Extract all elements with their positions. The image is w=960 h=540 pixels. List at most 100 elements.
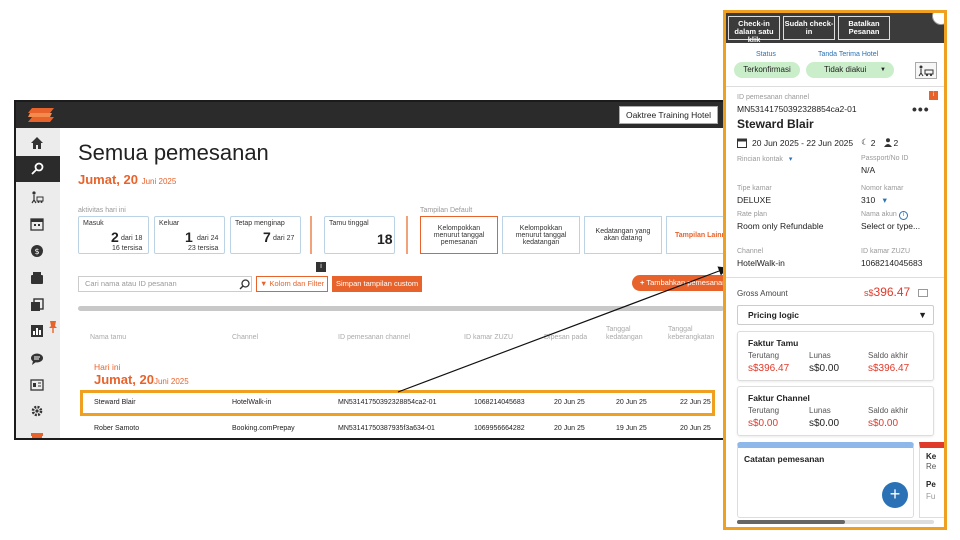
person-icon: [883, 138, 892, 147]
top-bar: Oaktree Training Hotel: [16, 102, 724, 128]
info-icon[interactable]: i: [316, 262, 326, 272]
stat-card-keluar[interactable]: Keluar 1 dari 24 23 tersisa: [154, 216, 225, 254]
more-options-icon[interactable]: •••: [912, 101, 930, 117]
status-label: Status: [756, 51, 776, 58]
gift-icon[interactable]: [28, 428, 46, 438]
hotel-receipt-value: Tidak diakui: [824, 65, 867, 74]
header-arrival-date[interactable]: Tanggal kedatangan: [606, 326, 656, 342]
panel-scrollbar[interactable]: [737, 520, 934, 524]
alert-badge[interactable]: i: [929, 91, 938, 100]
zuzu-logo: [28, 108, 54, 122]
walk-in-icon[interactable]: [28, 188, 46, 206]
horizontal-scrollbar[interactable]: [78, 306, 724, 311]
id-card-icon[interactable]: [28, 376, 46, 394]
pricing-logic-dropdown[interactable]: Pricing logic ▼: [737, 305, 934, 325]
table-row[interactable]: Rober Samoto Booking.comPrepay MN5314175…: [82, 418, 714, 438]
chat-icon[interactable]: [28, 350, 46, 368]
stat-of: dari 18: [121, 235, 143, 242]
page-date-month: Juni 2025: [141, 177, 177, 186]
panel-divider: [726, 86, 944, 87]
view-by-booking-date[interactable]: Kelompokkan menurut tanggal pemesanan: [420, 216, 498, 254]
channel-id-label: ID pemesanan channel: [737, 94, 809, 101]
header-departure-date[interactable]: Tanggal keberangkatan: [668, 326, 724, 342]
stat-remaining: 23 tersisa: [188, 245, 219, 252]
group-date-day: Jumat, 20: [94, 372, 154, 387]
add-booking-button[interactable]: + Tambahkan pemesanan: [632, 275, 726, 291]
status-chip[interactable]: Terkonfirmasi: [734, 62, 800, 78]
group-date: Jumat, 20Juni 2025: [94, 372, 189, 387]
add-booking-label: Tambahkan pemesanan: [646, 278, 726, 287]
room-type-value: DELUXE: [737, 195, 772, 205]
copy-icon[interactable]: [28, 296, 46, 314]
header-channel-booking-id[interactable]: ID pemesanan channel: [338, 334, 410, 342]
invoice-label: Lunas: [809, 351, 831, 360]
header-guest-name[interactable]: Nama tamu: [90, 334, 126, 342]
cell-booked-on: 20 Jun 25: [554, 425, 585, 432]
views-divider: [406, 216, 408, 254]
stat-card-tetap[interactable]: Tetap menginap 7 dari 27: [230, 216, 301, 254]
cell-arrival: 19 Jun 25: [616, 425, 647, 432]
passport-value: N/A: [861, 165, 876, 175]
close-icon[interactable]: [932, 13, 944, 25]
nights-count: 2: [870, 137, 876, 148]
moon-icon: ☾: [861, 137, 869, 147]
settings-icon[interactable]: [28, 402, 46, 420]
booking-notes-title: Catatan pemesanan: [744, 454, 825, 464]
home-icon[interactable]: [28, 134, 46, 152]
pricing-logic-label: Pricing logic: [748, 310, 800, 320]
passport-label: Passport/No ID: [861, 155, 909, 162]
contact-details-toggle[interactable]: Rincian kontak ▾: [737, 155, 792, 163]
header-booked-on[interactable]: Dipesan pada: [544, 334, 587, 342]
account-name-input[interactable]: Select or type...: [861, 221, 920, 231]
view-upcoming-arrivals[interactable]: Kedatangan yang akan datang: [584, 216, 662, 254]
view-by-arrival-date[interactable]: Kelompokkan menurut tanggal kedatangan: [502, 216, 580, 254]
search-icon[interactable]: [236, 276, 252, 292]
transport-button[interactable]: [915, 62, 937, 79]
cancel-booking-button[interactable]: Batalkan Pesanan: [838, 16, 890, 40]
panel-action-bar: Check-in dalam satu klik Sudah check-in …: [726, 13, 944, 44]
filter-label: Kolom dan Filter: [269, 279, 325, 288]
invoice-value: s$0.00: [748, 418, 779, 429]
key-icon[interactable]: [28, 160, 46, 178]
stat-of: dari 24: [197, 235, 219, 242]
stat-value: 7: [263, 229, 271, 245]
pin-icon[interactable]: [48, 318, 58, 336]
view-more[interactable]: Tampilan Lainnya: [666, 216, 724, 254]
calendar-icon: [737, 138, 747, 148]
stats-divider: [310, 216, 312, 254]
channel-id-value: MN53141750392328854ca2-01: [737, 104, 857, 114]
channel-invoice-card[interactable]: Faktur Channel Terutang Lunas Saldo akhi…: [737, 386, 934, 436]
guest-invoice-card[interactable]: Faktur Tamu Terutang Lunas Saldo akhir s…: [737, 331, 934, 381]
secondary-card[interactable]: Ke Re Pe Fu: [919, 442, 944, 518]
receipt-icon[interactable]: [918, 289, 928, 297]
wallet-icon[interactable]: [28, 269, 46, 287]
group-date-month: Juni 2025: [153, 377, 189, 386]
one-click-checkin-button[interactable]: Check-in dalam satu klik: [728, 16, 780, 44]
add-note-button[interactable]: +: [882, 482, 908, 508]
report-icon[interactable]: [28, 322, 46, 340]
panel-scrollbar-thumb[interactable]: [737, 520, 845, 524]
gross-number: 396.47: [873, 285, 911, 299]
room-number-dropdown[interactable]: 310 ▾: [861, 195, 887, 206]
room-number-value: 310: [861, 195, 876, 205]
search-input[interactable]: Cari nama atau ID pesanan: [78, 276, 252, 292]
header-channel[interactable]: Channel: [232, 334, 258, 342]
hotel-selector-button[interactable]: Oaktree Training Hotel: [618, 106, 718, 124]
calendar-icon[interactable]: [28, 215, 46, 233]
dollar-icon[interactable]: $: [28, 242, 46, 260]
hotel-receipt-label: Tanda Terima Hotel: [818, 51, 879, 58]
hotel-receipt-dropdown[interactable]: Tidak diakui ▼: [806, 62, 894, 78]
header-zuzu-room-id[interactable]: ID kamar ZUZU: [464, 334, 513, 342]
checked-in-button[interactable]: Sudah check-in: [783, 16, 835, 40]
stay-dates: 20 Jun 2025 - 22 Jun 2025: [752, 137, 854, 148]
columns-filter-button[interactable]: ▼ Kolom dan Filter: [256, 276, 329, 292]
info-icon[interactable]: i: [898, 211, 908, 220]
stat-card-tamu[interactable]: Tamu tinggal 18: [324, 216, 395, 254]
save-custom-view-button[interactable]: Simpan tampilan custom: [332, 276, 423, 292]
gross-amount-value: s$396.47: [864, 285, 910, 299]
gross-amount-label: Gross Amount: [737, 289, 788, 298]
stay-summary: 20 Jun 2025 - 22 Jun 2025 ☾ 2 2: [737, 137, 898, 148]
cell-channel-booking-id: MN53141750387935f3a634-01: [338, 425, 435, 432]
stat-card-masuk[interactable]: Masuk 2 dari 18 16 tersisa: [78, 216, 149, 254]
views-label: Tampilan Default: [420, 207, 473, 214]
